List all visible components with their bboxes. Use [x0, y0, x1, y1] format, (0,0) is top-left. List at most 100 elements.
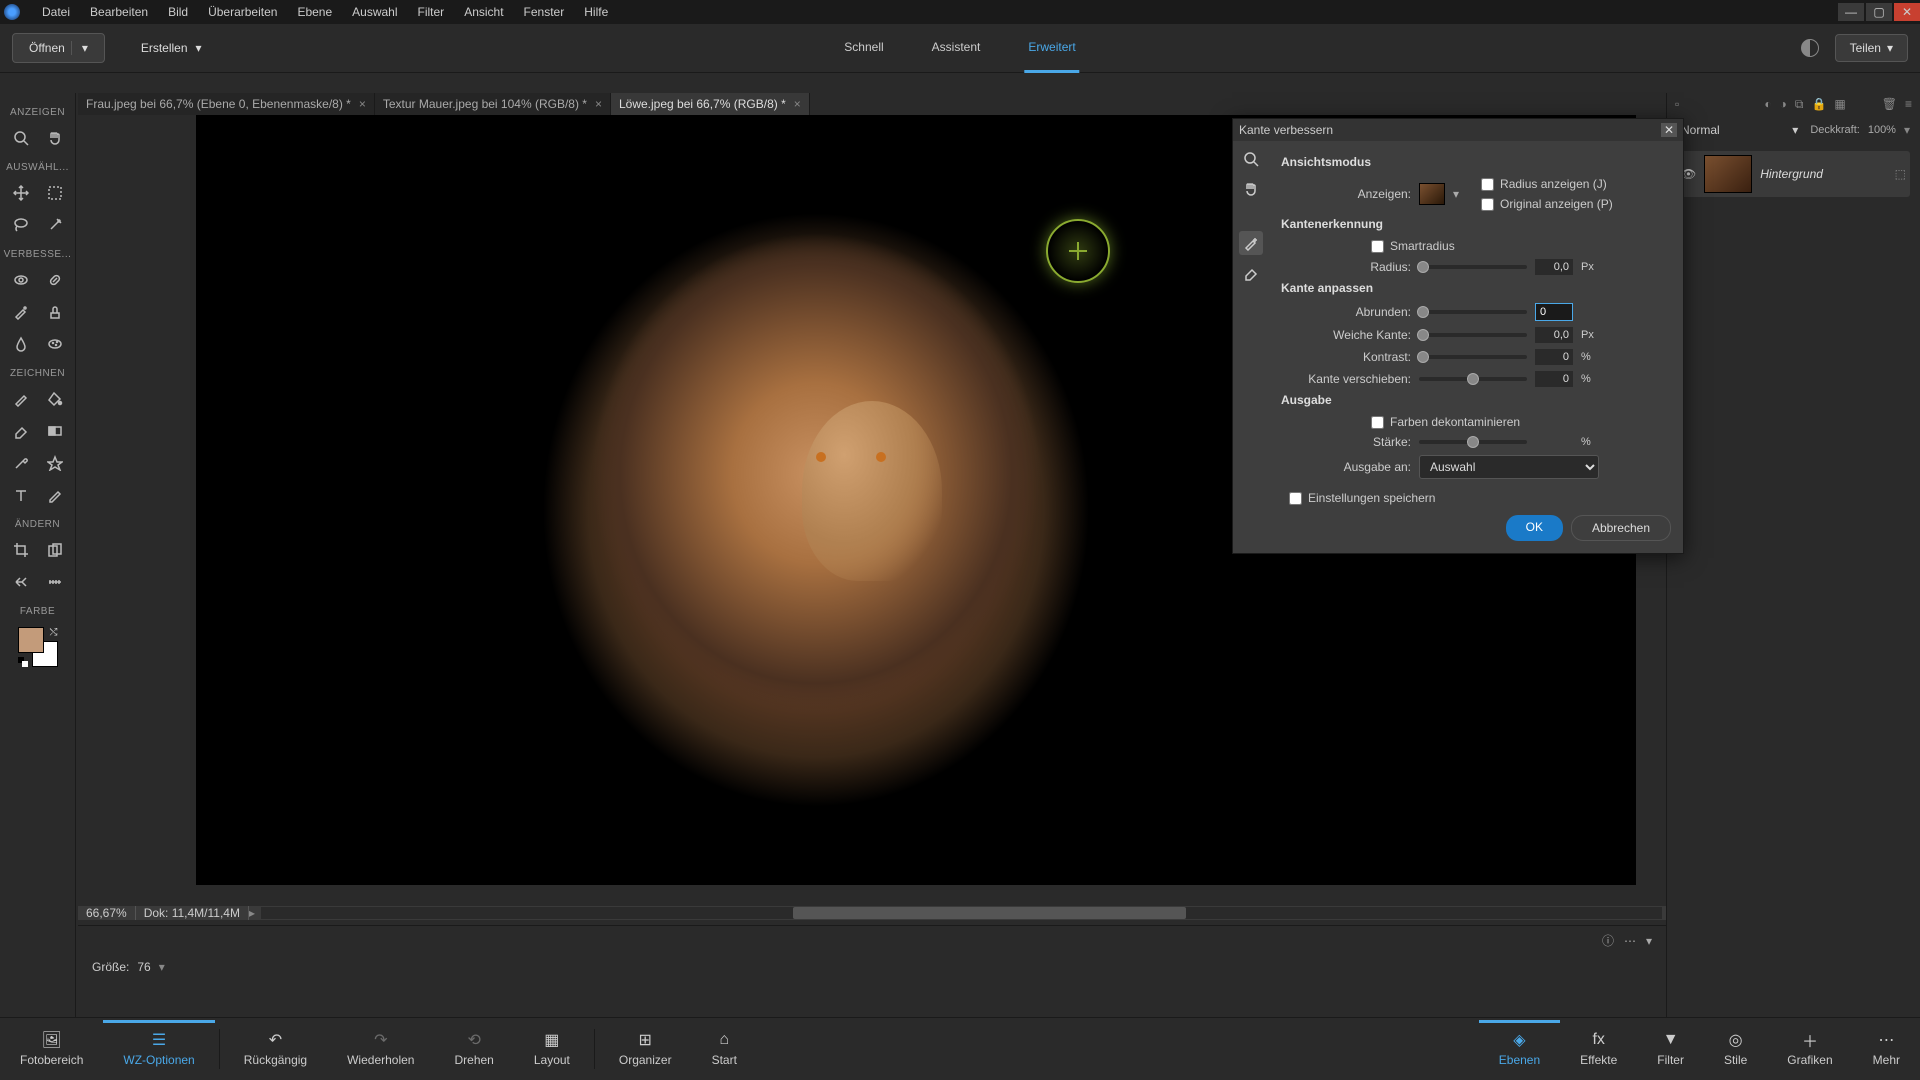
more-tab[interactable]: ⋯Mehr: [1853, 1023, 1920, 1075]
default-colors-icon[interactable]: [18, 657, 28, 667]
doc-tab-0[interactable]: Frau.jpeg bei 66,7% (Ebene 0, Ebenenmask…: [78, 93, 375, 115]
menu-auswahl[interactable]: Auswahl: [342, 1, 407, 23]
zoom-level[interactable]: 66,67%: [78, 906, 136, 920]
crop-tool-icon[interactable]: [8, 537, 34, 563]
dialog-zoom-icon[interactable]: [1239, 147, 1263, 171]
adjustment-layer-icon[interactable]: ◑: [1780, 97, 1787, 111]
clone-stamp-tool-icon[interactable]: [42, 299, 68, 325]
opacity-value[interactable]: 100%: [1868, 124, 1896, 136]
shift-input[interactable]: [1535, 371, 1573, 387]
close-tab-icon[interactable]: ×: [595, 97, 602, 111]
doc-tab-2[interactable]: Löwe.jpeg bei 66,7% (RGB/8) *×: [611, 93, 810, 115]
eyedropper-tool-icon[interactable]: [8, 450, 34, 476]
eraser-tool-icon[interactable]: [8, 418, 34, 444]
effects-tab[interactable]: fxEffekte: [1560, 1023, 1637, 1075]
dialog-titlebar[interactable]: Kante verbessern ✕: [1233, 119, 1683, 141]
brush-tool-icon[interactable]: [8, 386, 34, 412]
show-radius-checkbox[interactable]: Radius anzeigen (J): [1481, 177, 1613, 191]
view-thumbnail[interactable]: [1419, 183, 1445, 205]
chevron-down-icon[interactable]: ▾: [1646, 934, 1652, 948]
menu-ueberarbeiten[interactable]: Überarbeiten: [198, 1, 287, 23]
sponge-tool-icon[interactable]: [42, 331, 68, 357]
layer-row[interactable]: 👁 Hintergrund ⬚: [1677, 151, 1910, 197]
organizer-button[interactable]: ⊞Organizer: [599, 1023, 692, 1075]
swap-colors-icon[interactable]: ⤭: [50, 627, 58, 638]
layout-button[interactable]: ▦Layout: [514, 1023, 590, 1075]
tool-options-button[interactable]: ☰WZ-Optionen: [103, 1020, 214, 1075]
styles-tab[interactable]: ◎Stile: [1704, 1023, 1767, 1075]
mode-expert[interactable]: Erweitert: [1024, 24, 1079, 73]
minimize-button[interactable]: —: [1838, 3, 1864, 21]
marquee-tool-icon[interactable]: [42, 180, 68, 206]
menu-ansicht[interactable]: Ansicht: [454, 1, 513, 23]
hand-tool-icon[interactable]: [42, 125, 68, 151]
zoom-tool-icon[interactable]: [8, 125, 34, 151]
menu-bearbeiten[interactable]: Bearbeiten: [80, 1, 158, 23]
contrast-input[interactable]: [1535, 349, 1573, 365]
share-button[interactable]: Teilen ▾: [1835, 34, 1908, 62]
layers-tab[interactable]: ◈Ebenen: [1479, 1020, 1560, 1075]
straighten-tool-icon[interactable]: [42, 569, 68, 595]
filters-tab[interactable]: ▼Filter: [1637, 1023, 1704, 1075]
link-layers-icon[interactable]: ⧉: [1795, 97, 1804, 112]
shift-slider[interactable]: [1419, 377, 1527, 381]
chevron-right-icon[interactable]: ▸: [249, 906, 257, 920]
scroll-thumb[interactable]: [793, 907, 1185, 919]
theme-toggle-icon[interactable]: [1801, 39, 1819, 57]
chevron-down-icon[interactable]: ▾: [159, 960, 165, 974]
cancel-button[interactable]: Abbrechen: [1571, 515, 1671, 541]
lasso-tool-icon[interactable]: [8, 212, 34, 238]
decontaminate-checkbox[interactable]: Farben dekontaminieren: [1371, 415, 1671, 429]
recompose-tool-icon[interactable]: [42, 537, 68, 563]
panel-menu-icon[interactable]: ≡: [1905, 97, 1912, 111]
redeye-tool-icon[interactable]: [8, 267, 34, 293]
smart-brush-tool-icon[interactable]: [8, 299, 34, 325]
delete-layer-icon[interactable]: 🗑: [1882, 97, 1897, 111]
photobin-button[interactable]: 🖼Fotobereich: [0, 1023, 103, 1075]
menu-filter[interactable]: Filter: [408, 1, 455, 23]
foreground-color-icon[interactable]: [18, 627, 44, 653]
move-tool-icon[interactable]: [8, 180, 34, 206]
create-button[interactable]: Erstellen ▾: [125, 34, 218, 62]
new-layer-icon[interactable]: ▫: [1675, 97, 1679, 111]
refine-brush-erase-icon[interactable]: [1239, 261, 1263, 285]
layer-name[interactable]: Hintergrund: [1760, 167, 1823, 181]
layer-thumbnail[interactable]: [1704, 155, 1752, 193]
smart-radius-checkbox[interactable]: Smartradius: [1371, 239, 1671, 253]
horizontal-scrollbar[interactable]: [261, 907, 1662, 919]
fx-icon[interactable]: ▦: [1834, 97, 1845, 111]
paint-bucket-tool-icon[interactable]: [42, 386, 68, 412]
blend-mode-select[interactable]: Normal ▾: [1677, 121, 1802, 139]
contrast-slider[interactable]: [1419, 355, 1527, 359]
menu-hilfe[interactable]: Hilfe: [574, 1, 618, 23]
help-icon[interactable]: ⓘ: [1602, 932, 1614, 949]
feather-input[interactable]: [1535, 327, 1573, 343]
menu-ebene[interactable]: Ebene: [287, 1, 342, 23]
mode-quick[interactable]: Schnell: [840, 24, 887, 73]
magic-wand-tool-icon[interactable]: [42, 212, 68, 238]
refine-brush-add-icon[interactable]: [1239, 231, 1263, 255]
pencil-tool-icon[interactable]: [42, 482, 68, 508]
save-settings-checkbox[interactable]: Einstellungen speichern: [1289, 491, 1671, 505]
dialog-close-icon[interactable]: ✕: [1661, 123, 1677, 137]
menu-bild[interactable]: Bild: [158, 1, 198, 23]
close-button[interactable]: ✕: [1894, 3, 1920, 21]
more-icon[interactable]: ⋯: [1624, 934, 1636, 948]
mode-guided[interactable]: Assistent: [928, 24, 985, 73]
graphics-tab[interactable]: ＋Grafiken: [1767, 1023, 1852, 1075]
radius-slider[interactable]: [1419, 265, 1527, 269]
rotate-button[interactable]: ⟲Drehen: [434, 1023, 513, 1075]
maximize-button[interactable]: ▢: [1866, 3, 1892, 21]
smooth-input[interactable]: [1535, 303, 1573, 321]
open-button[interactable]: Öffnen ▾: [12, 33, 105, 63]
color-swatch[interactable]: ⤭: [18, 627, 58, 667]
chevron-down-icon[interactable]: ▾: [1904, 123, 1910, 137]
amount-slider[interactable]: [1419, 440, 1527, 444]
home-button[interactable]: ⌂Start: [692, 1023, 757, 1075]
close-tab-icon[interactable]: ×: [359, 97, 366, 111]
radius-input[interactable]: [1535, 259, 1573, 275]
doc-tab-1[interactable]: Textur Mauer.jpeg bei 104% (RGB/8) *×: [375, 93, 611, 115]
feather-slider[interactable]: [1419, 333, 1527, 337]
dialog-hand-icon[interactable]: [1239, 177, 1263, 201]
smooth-slider[interactable]: [1419, 310, 1527, 314]
